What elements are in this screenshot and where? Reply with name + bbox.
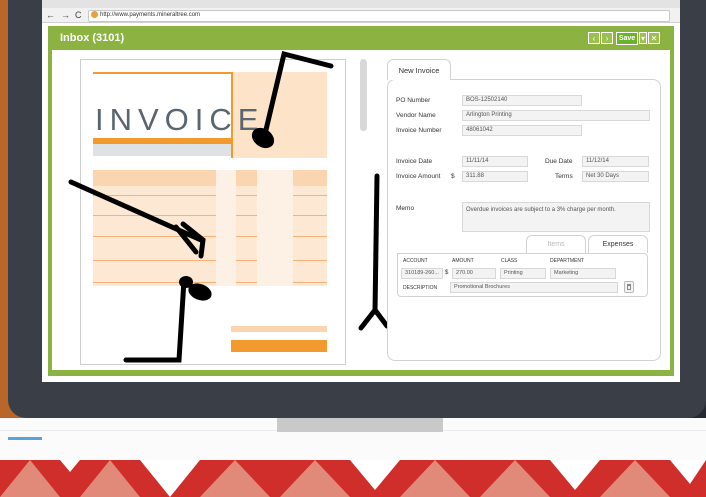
app-window: Inbox (3101) ‹ › Save ▾ ✕ INVOICE New In… — [48, 26, 674, 376]
account-field[interactable]: 310189-260... — [401, 268, 443, 279]
terms-label: Terms — [555, 173, 573, 180]
invoice-date-field[interactable]: 11/11/14 — [462, 156, 528, 167]
amount-currency: $ — [445, 270, 449, 276]
memo-field[interactable]: Overdue invoices are subject to a 3% cha… — [462, 202, 650, 232]
invoice-document-preview: INVOICE — [68, 50, 390, 365]
column-header-amount: AMOUNT — [452, 258, 474, 264]
column-header-class: CLASS — [501, 258, 518, 264]
monitor-screen: ← → C http://www.payments.mineraltree.co… — [42, 0, 680, 382]
due-date-field[interactable]: 11/12/14 — [582, 156, 649, 167]
zigzag-pattern — [0, 460, 706, 497]
vendor-name-field[interactable]: Arlington Printing — [462, 110, 650, 121]
invoice-number-label: Invoice Number — [396, 127, 442, 134]
browser-tab-strip — [42, 0, 680, 8]
invoice-amount-currency: $ — [451, 173, 455, 180]
address-bar-url[interactable]: http://www.payments.mineraltree.com — [100, 9, 200, 21]
due-date-label: Due Date — [545, 158, 573, 165]
close-button[interactable]: ✕ — [648, 32, 660, 44]
invoice-amount-label: Invoice Amount — [396, 173, 441, 180]
chevron-left-icon: ‹ — [592, 34, 596, 43]
invoice-number-field[interactable]: 48061042 — [462, 125, 582, 136]
description-field[interactable]: Promotional Brochures — [450, 282, 618, 293]
previous-button[interactable]: ‹ — [588, 32, 600, 44]
terms-field[interactable]: Net 30 Days — [582, 171, 649, 182]
trash-icon — [627, 284, 631, 290]
memo-label: Memo — [396, 205, 415, 212]
tab-items[interactable]: Items — [526, 235, 586, 253]
stick-arms-drawing — [68, 50, 390, 363]
chevron-right-icon: › — [605, 34, 609, 43]
close-icon: ✕ — [650, 34, 658, 43]
back-button[interactable]: ← — [46, 8, 55, 22]
floor-pattern — [0, 460, 706, 497]
site-favicon-icon — [91, 11, 98, 18]
reload-button[interactable]: C — [75, 8, 82, 22]
description-label: DESCRIPTION — [403, 285, 438, 291]
delete-row-button[interactable] — [624, 281, 634, 293]
monitor-stand — [277, 418, 443, 432]
po-number-label: PO Number — [396, 97, 431, 104]
next-button[interactable]: › — [601, 32, 613, 44]
forward-button[interactable]: → — [61, 8, 70, 22]
more-button[interactable]: ▾ — [639, 32, 647, 44]
tab-new-invoice[interactable]: New Invoice — [387, 59, 451, 80]
column-header-account: ACCOUNT — [403, 258, 428, 264]
app-content: INVOICE New Invoice PO Number BOS-125021… — [52, 50, 670, 370]
tab-expenses[interactable]: Expenses — [588, 235, 648, 253]
desk-accent — [8, 437, 42, 440]
invoice-amount-field[interactable]: 311.88 — [462, 171, 528, 182]
invoice-date-label: Invoice Date — [396, 158, 433, 165]
vendor-name-label: Vendor Name — [396, 112, 436, 119]
save-button[interactable]: Save — [616, 32, 638, 45]
class-field[interactable]: Printing — [500, 268, 546, 279]
amount-field[interactable]: 270.00 — [452, 268, 496, 279]
department-field[interactable]: Marketing — [550, 268, 616, 279]
preview-scrollbar[interactable] — [360, 59, 367, 131]
chevron-down-icon: ▾ — [640, 34, 645, 43]
po-number-field[interactable]: BOS-12502140 — [462, 95, 582, 106]
column-header-department: DEPARTMENT — [550, 258, 584, 264]
